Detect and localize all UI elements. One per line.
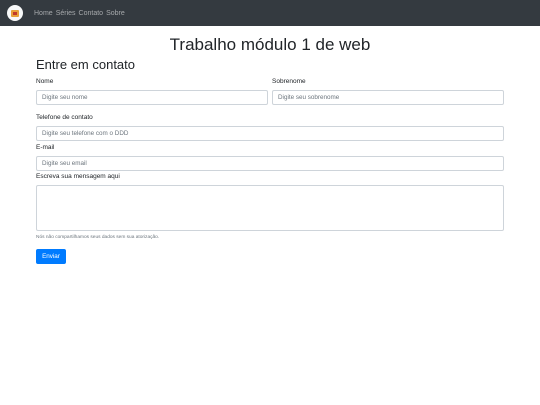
- nav-link-sobre[interactable]: Sobre: [106, 10, 125, 17]
- submit-button[interactable]: Enviar: [36, 249, 66, 264]
- nome-label: Nome: [36, 78, 54, 85]
- nav-links: Home Séries Contato Sobre: [34, 0, 128, 26]
- nav-link-contato[interactable]: Contato: [79, 10, 104, 17]
- nome-input[interactable]: [36, 90, 268, 105]
- brand-logo-icon[interactable]: [7, 5, 23, 21]
- navbar: Home Séries Contato Sobre: [0, 0, 540, 26]
- mensagem-textarea[interactable]: [36, 185, 504, 231]
- sobrenome-input[interactable]: [272, 90, 504, 105]
- sobrenome-label: Sobrenome: [272, 78, 306, 85]
- telefone-input[interactable]: [36, 126, 504, 141]
- nav-link-home[interactable]: Home: [34, 10, 53, 17]
- page-title: Trabalho módulo 1 de web: [169, 35, 371, 54]
- email-input[interactable]: [36, 156, 504, 171]
- nav-link-series[interactable]: Séries: [56, 10, 76, 17]
- telefone-label: Telefone de contato: [36, 114, 93, 121]
- mensagem-label: Escreva sua mensagem aqui: [36, 173, 120, 180]
- section-title: Entre em contato: [36, 57, 135, 72]
- privacy-help-text: Nós não compartilhamos seus dados sem su…: [36, 235, 160, 240]
- email-label: E-mail: [36, 144, 55, 151]
